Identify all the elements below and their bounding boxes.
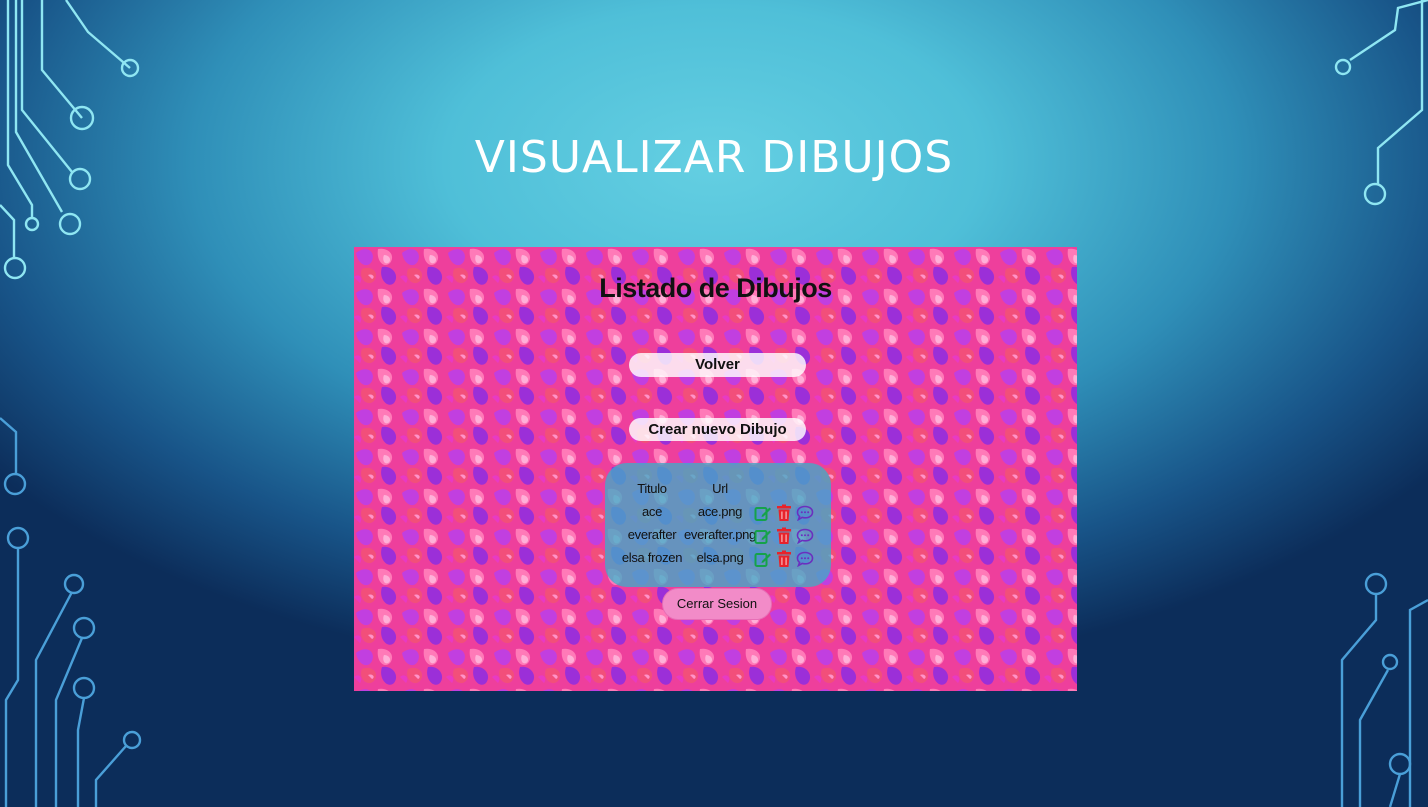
row-3-url: elsa.png (696, 550, 744, 565)
row-2-actions (754, 527, 814, 545)
edit-icon[interactable] (754, 527, 772, 545)
edit-icon[interactable] (754, 504, 772, 522)
drawings-table: Titulo Url ace ace.png everafter everaft… (605, 463, 831, 587)
header-titulo: Titulo (637, 481, 667, 496)
presentation-slide: VISUALIZAR DIBUJOS Listado de Dibujos Vo… (0, 0, 1428, 807)
comment-icon[interactable] (796, 528, 814, 544)
row-1-url: ace.png (697, 504, 743, 519)
slide-title: VISUALIZAR DIBUJOS (474, 132, 954, 183)
row-2-url: everafter.png (684, 527, 756, 542)
comment-icon[interactable] (796, 551, 814, 567)
trash-icon[interactable] (776, 550, 792, 568)
trash-icon[interactable] (776, 504, 792, 522)
back-button[interactable]: Volver (629, 353, 806, 377)
logout-button[interactable]: Cerrar Sesion (662, 588, 772, 620)
row-1-titulo: ace (641, 504, 663, 519)
row-1-actions (754, 504, 814, 522)
row-2-titulo: everafter (627, 527, 677, 542)
row-3-titulo: elsa frozen (621, 550, 683, 565)
trash-icon[interactable] (776, 527, 792, 545)
comment-icon[interactable] (796, 505, 814, 521)
edit-icon[interactable] (754, 550, 772, 568)
app-screenshot: Listado de Dibujos Volver Crear nuevo Di… (354, 247, 1077, 691)
page-heading: Listado de Dibujos (599, 273, 832, 303)
create-drawing-button[interactable]: Crear nuevo Dibujo (629, 418, 806, 441)
header-url: Url (712, 481, 728, 496)
row-3-actions (754, 550, 814, 568)
